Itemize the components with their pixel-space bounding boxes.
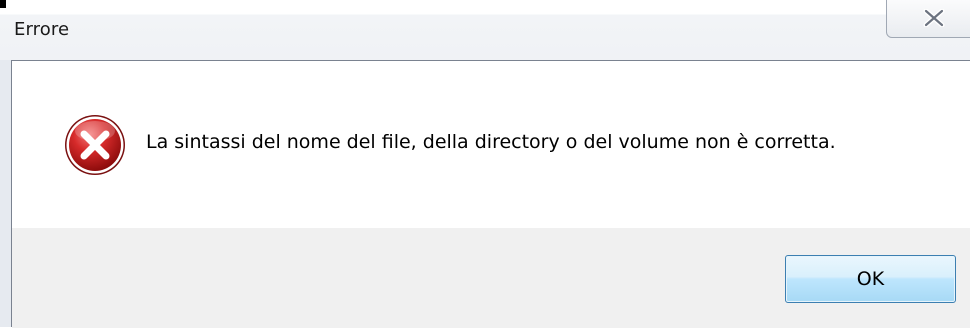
message-area: La sintassi del nome del file, della dir… — [12, 61, 970, 228]
window-title: Errore — [14, 19, 70, 40]
error-message: La sintassi del nome del file, della dir… — [146, 131, 836, 153]
title-bar: Errore — [0, 0, 970, 60]
dialog-client-area: La sintassi del nome del file, della dir… — [11, 60, 970, 328]
close-button[interactable] — [886, 0, 970, 38]
corner-mark — [0, 0, 6, 8]
ok-button[interactable]: OK — [785, 255, 956, 303]
close-icon — [923, 9, 945, 27]
button-bar: OK — [12, 228, 970, 328]
error-dialog-window: Errore La sintassi del nome del file, de… — [0, 0, 970, 328]
error-icon — [65, 115, 125, 175]
